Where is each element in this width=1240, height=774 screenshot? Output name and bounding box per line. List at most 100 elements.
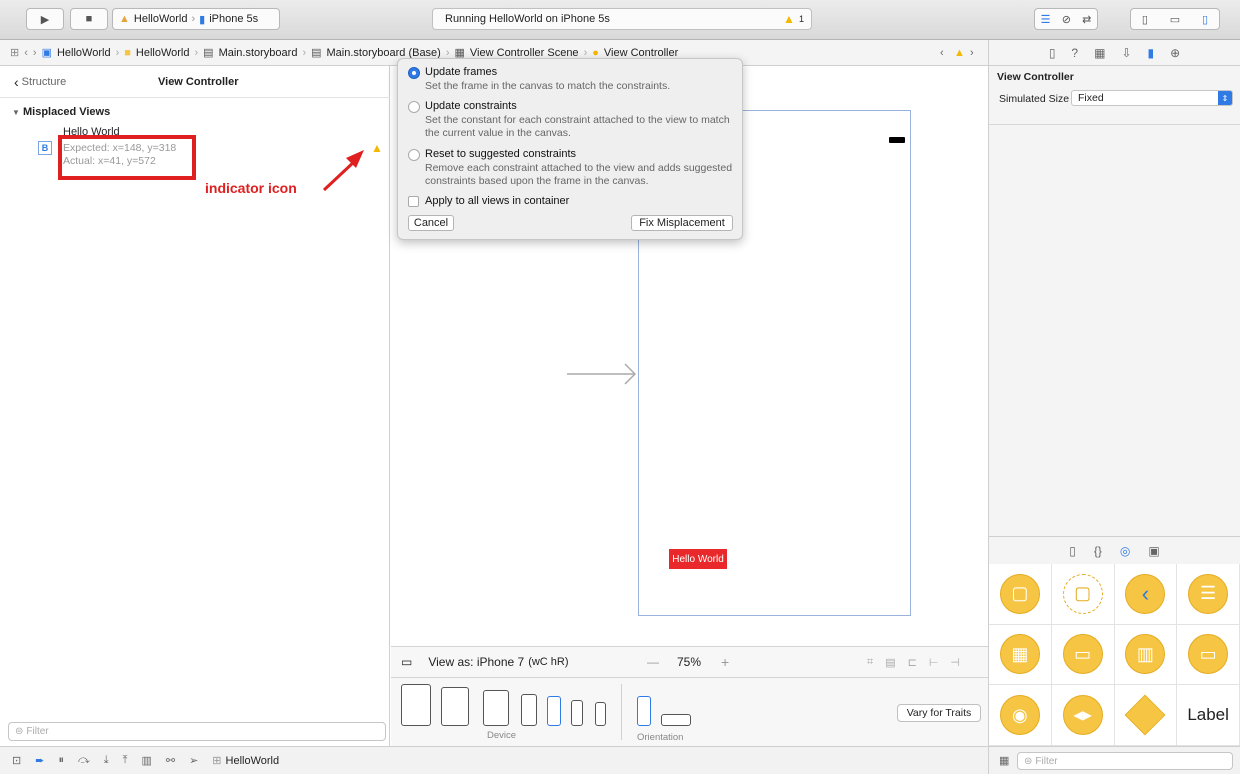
jumpbar-item-group[interactable]: HelloWorld xyxy=(136,47,190,59)
library-item-collection-view-controller[interactable]: ▦ xyxy=(989,624,1052,686)
library-filter-placeholder: Filter xyxy=(1035,755,1058,767)
file-inspector-icon[interactable]: ▯ xyxy=(1049,46,1056,60)
forward-arrow-icon[interactable]: › xyxy=(33,47,37,59)
code-snippet-icon[interactable]: {} xyxy=(1094,544,1102,558)
step-out-icon[interactable]: ⤒ xyxy=(123,754,128,767)
iphone-se-icon[interactable] xyxy=(571,700,583,726)
editor-mode-control[interactable]: ☰ ⊘ ⇄ xyxy=(1034,8,1098,30)
connections-inspector-icon[interactable]: ⊕ xyxy=(1170,46,1180,60)
library-item-glkit-view-controller[interactable]: ◉ xyxy=(989,685,1052,746)
outline-filter-input[interactable]: ⊜ Filter xyxy=(8,722,386,741)
grid-view-icon[interactable]: ▦ xyxy=(999,754,1009,767)
attributes-inspector-icon[interactable]: ⇩ xyxy=(1121,46,1131,60)
quick-help-icon[interactable]: ? xyxy=(1071,46,1078,60)
media-library-icon[interactable]: ▣ xyxy=(1148,544,1159,558)
library-filter-input[interactable]: ⊜ Filter xyxy=(1017,752,1233,770)
issue-next-icon[interactable]: › xyxy=(970,47,974,59)
size-inspector-icon[interactable]: ▮ xyxy=(1148,46,1155,60)
back-chevron-icon[interactable]: ‹ xyxy=(14,74,19,90)
library-item-label[interactable]: Label xyxy=(1177,685,1240,746)
apply-all-checkbox[interactable] xyxy=(408,196,419,207)
structure-back-button[interactable]: Structure xyxy=(22,76,67,88)
iphone-4s-icon[interactable] xyxy=(595,702,606,726)
device-config-toggle-icon[interactable]: ▭ xyxy=(401,655,412,669)
jumpbar-item-project[interactable]: HelloWorld xyxy=(57,47,111,59)
iphone-7-icon[interactable] xyxy=(547,696,561,726)
step-in-icon[interactable]: ⤓ xyxy=(104,754,109,767)
entry-point-arrow-icon[interactable] xyxy=(567,362,639,386)
standard-editor-icon[interactable]: ☰ xyxy=(1041,13,1051,26)
zoom-in-button[interactable]: + xyxy=(721,654,729,670)
library-item-tab-bar-controller[interactable]: ▭ xyxy=(1051,624,1115,686)
jumpbar-item-view-controller[interactable]: View Controller xyxy=(604,47,678,59)
disclosure-triangle-icon[interactable]: ▼ xyxy=(12,108,20,117)
align-icon[interactable]: ⊏ xyxy=(908,656,917,669)
warning-count: 1 xyxy=(799,14,805,24)
simulated-size-select[interactable]: Fixed ⇕ xyxy=(1071,90,1233,106)
ipad-icon[interactable] xyxy=(483,690,509,726)
issue-prev-icon[interactable]: ‹ xyxy=(940,47,944,59)
location-icon[interactable]: ➢ xyxy=(189,754,198,767)
stop-button[interactable]: ■ xyxy=(70,8,108,30)
view-toggle-control[interactable]: ▯ ▭ ▯ xyxy=(1130,8,1220,30)
target-name[interactable]: HelloWorld xyxy=(226,755,280,767)
library-item-avkit-player[interactable]: ◀▶ xyxy=(1051,685,1115,746)
landscape-icon[interactable] xyxy=(661,714,691,726)
storyboard-reference-icon: ▢ xyxy=(1062,573,1103,614)
breakpoints-icon[interactable]: ➨ xyxy=(35,754,44,767)
reset-constraints-radio[interactable] xyxy=(408,149,420,161)
memory-graph-icon[interactable]: ⚯ xyxy=(166,754,175,767)
run-button[interactable]: ▶ xyxy=(26,8,64,30)
fix-misplacement-button[interactable]: Fix Misplacement xyxy=(631,215,733,231)
iphone-plus-icon[interactable] xyxy=(521,694,537,726)
update-constraints-radio[interactable] xyxy=(408,101,420,113)
library-item-storyboard-reference[interactable]: ▢ xyxy=(1051,564,1115,625)
jumpbar-item-scene[interactable]: View Controller Scene xyxy=(470,47,579,59)
hello-world-label[interactable]: Hello World xyxy=(669,549,727,569)
cancel-button[interactable]: Cancel xyxy=(408,215,454,231)
file-template-icon[interactable]: ▯ xyxy=(1069,544,1076,558)
library-item-table-view-controller[interactable]: ☰ xyxy=(1177,564,1240,625)
view-debugger-icon[interactable]: ▥ xyxy=(141,754,151,767)
vary-for-traits-button[interactable]: Vary for Traits xyxy=(897,704,981,722)
warning-icon[interactable]: ▲ xyxy=(783,12,795,26)
misplaced-views-section[interactable]: ▼ Misplaced Views xyxy=(12,106,110,118)
back-arrow-icon[interactable]: ‹ xyxy=(24,47,28,59)
debug-area-toggle-icon[interactable]: ▭ xyxy=(1170,13,1180,26)
version-editor-icon[interactable]: ⇄ xyxy=(1082,13,1091,26)
update-frames-icon[interactable]: ⌗ xyxy=(867,656,873,669)
library-item-view-controller[interactable]: ▢ xyxy=(989,564,1052,625)
section-title: Misplaced Views xyxy=(22,106,111,118)
jumpbar-item-storyboard-base[interactable]: Main.storyboard (Base) xyxy=(327,47,441,59)
jumpbar-warning-icon[interactable]: ▲ xyxy=(954,47,965,59)
navigator-toggle-icon[interactable]: ▯ xyxy=(1142,13,1148,26)
assistant-editor-icon[interactable]: ⊘ xyxy=(1062,13,1071,26)
library-item-page-view-controller[interactable]: ▭ xyxy=(1177,624,1240,686)
library-item-split-view-controller[interactable]: ▥ xyxy=(1114,624,1178,686)
status-text: Running HelloWorld on iPhone 5s xyxy=(445,13,610,25)
embed-stack-icon[interactable]: ▤ xyxy=(885,656,895,669)
utilities-toggle-icon[interactable]: ▯ xyxy=(1202,13,1208,26)
identity-inspector-icon[interactable]: ▦ xyxy=(1094,46,1105,60)
library-item-object[interactable] xyxy=(1114,685,1178,746)
update-frames-desc: Set the frame in the canvas to match the… xyxy=(425,80,671,92)
related-items-icon[interactable]: ⊞ xyxy=(10,46,19,59)
pause-icon[interactable]: ⏸ xyxy=(58,754,64,767)
jumpbar-item-storyboard[interactable]: Main.storyboard xyxy=(219,47,298,59)
scheme-selector[interactable]: ▲ HelloWorld › ▮ iPhone 5s xyxy=(112,8,280,30)
portrait-icon[interactable] xyxy=(637,696,651,726)
debug-area-icon[interactable]: ⊡ xyxy=(12,754,21,767)
ipad-pro-10-icon[interactable] xyxy=(441,687,469,726)
object-library-icon[interactable]: ◎ xyxy=(1120,544,1130,558)
view-controller-icon: ● xyxy=(592,46,599,59)
misplacement-warning-icon[interactable]: ▲ xyxy=(371,141,383,155)
ipad-pro-12-icon[interactable] xyxy=(401,684,431,726)
zoom-out-button[interactable]: — xyxy=(647,655,659,669)
pin-icon[interactable]: ⊢ xyxy=(929,656,939,669)
view-as-label[interactable]: View as: iPhone 7 xyxy=(428,655,524,669)
resolve-issues-icon[interactable]: ⊣ xyxy=(950,656,960,669)
library-item-navigation-controller[interactable]: ‹ xyxy=(1114,564,1178,625)
glkit-view-controller-icon: ◉ xyxy=(999,695,1040,736)
step-over-icon[interactable]: ⤼ xyxy=(78,754,90,767)
update-frames-radio[interactable] xyxy=(408,67,420,79)
